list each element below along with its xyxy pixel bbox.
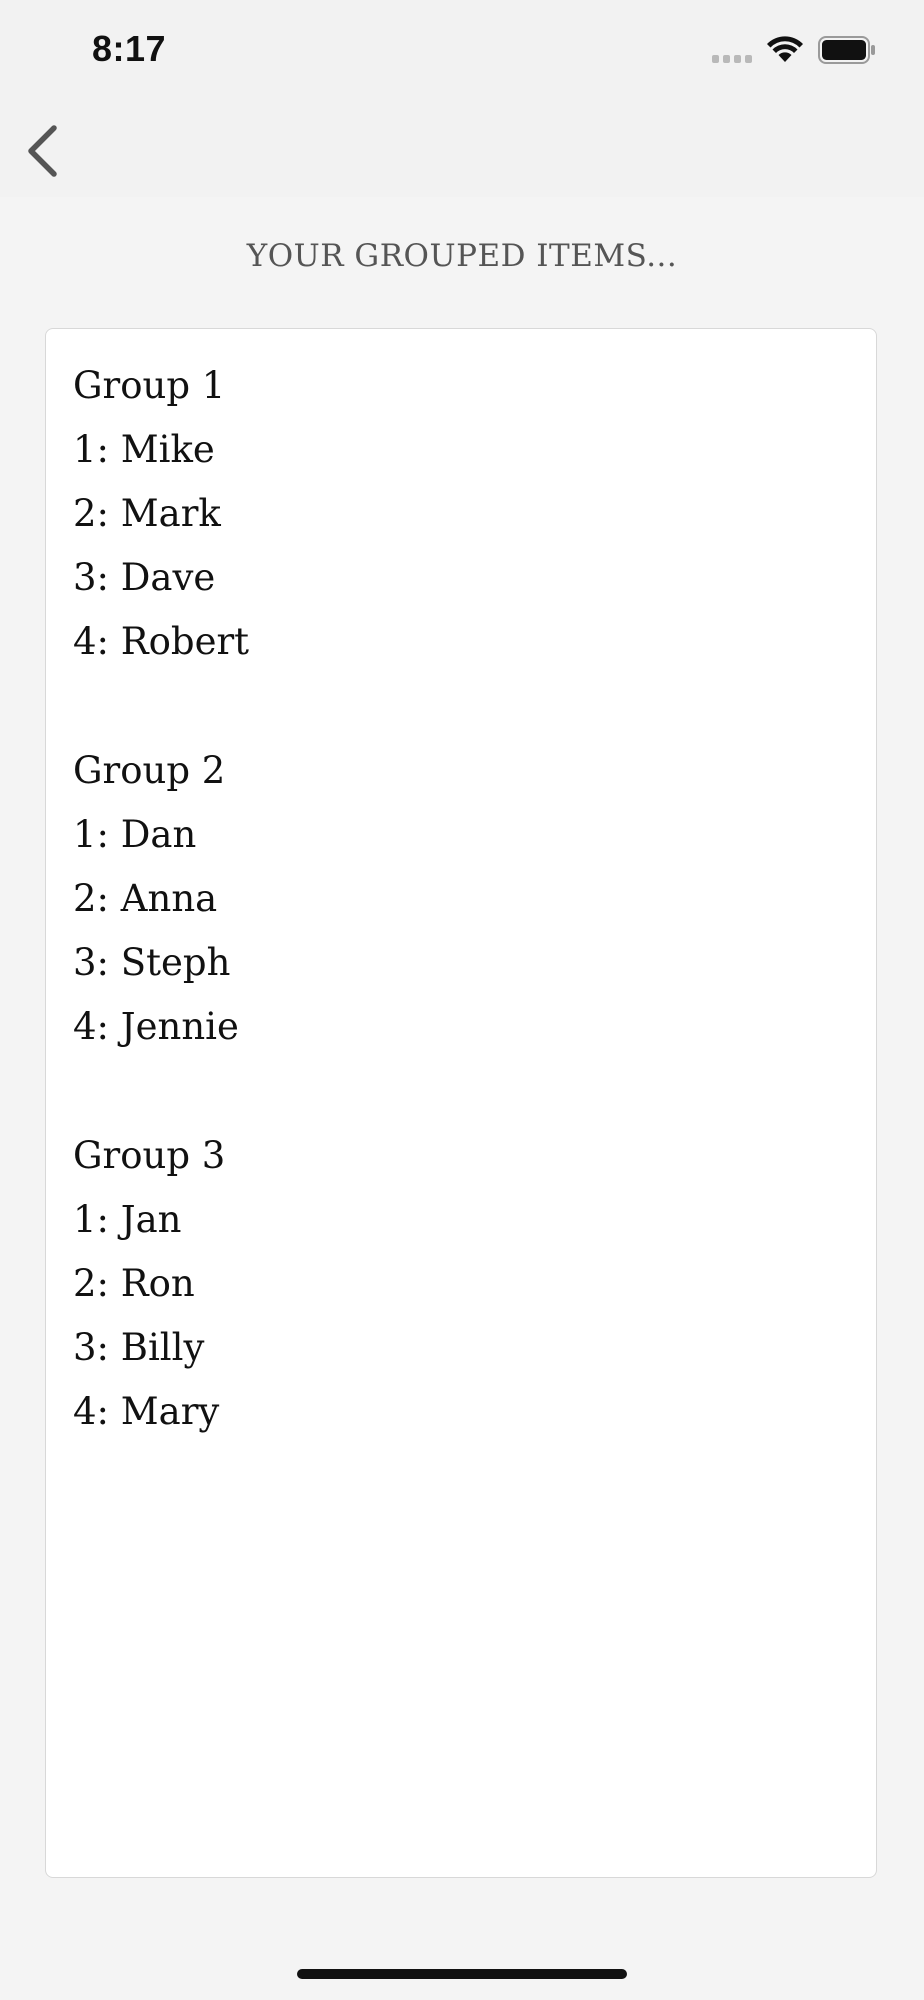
group-title: Group 2 — [73, 749, 226, 792]
group-3: Group 3 1: Jan 2: Ron 3: Billy 4: Mary — [73, 1124, 833, 1444]
app-screen: 8:17 YOUR GROUPED ITEMS... Group 1 1: Mi… — [0, 0, 924, 2000]
group-2: Group 2 1: Dan 2: Anna 3: Steph 4: Jenni… — [73, 739, 833, 1059]
group-member: 1: Mike — [73, 428, 215, 471]
group-member: 4: Robert — [73, 620, 250, 663]
back-button[interactable] — [20, 120, 80, 180]
grouped-items-card: Group 1 1: Mike 2: Mark 3: Dave 4: Rober… — [45, 328, 877, 1878]
wifi-icon — [766, 34, 804, 64]
group-member: 3: Steph — [73, 941, 231, 984]
battery-icon — [818, 36, 876, 64]
navigation-bar — [0, 100, 924, 197]
group-1: Group 1 1: Mike 2: Mark 3: Dave 4: Rober… — [73, 354, 833, 674]
group-member: 2: Anna — [73, 877, 218, 920]
group-member: 3: Dave — [73, 556, 216, 599]
chevron-left-icon — [28, 125, 57, 177]
group-member: 4: Mary — [73, 1390, 220, 1433]
group-member: 1: Jan — [73, 1198, 182, 1241]
status-bar: 8:17 — [0, 0, 924, 100]
group-member: 3: Billy — [73, 1326, 205, 1369]
status-time: 8:17 — [92, 28, 167, 69]
home-indicator[interactable] — [297, 1969, 627, 1979]
group-title: Group 1 — [73, 364, 226, 407]
group-member: 2: Ron — [73, 1262, 195, 1305]
group-member: 4: Jennie — [73, 1005, 239, 1048]
group-member: 2: Mark — [73, 492, 221, 535]
group-member: 1: Dan — [73, 813, 197, 856]
group-title: Group 3 — [73, 1134, 226, 1177]
cellular-signal-icon — [712, 55, 754, 65]
page-title: YOUR GROUPED ITEMS... — [246, 238, 678, 274]
